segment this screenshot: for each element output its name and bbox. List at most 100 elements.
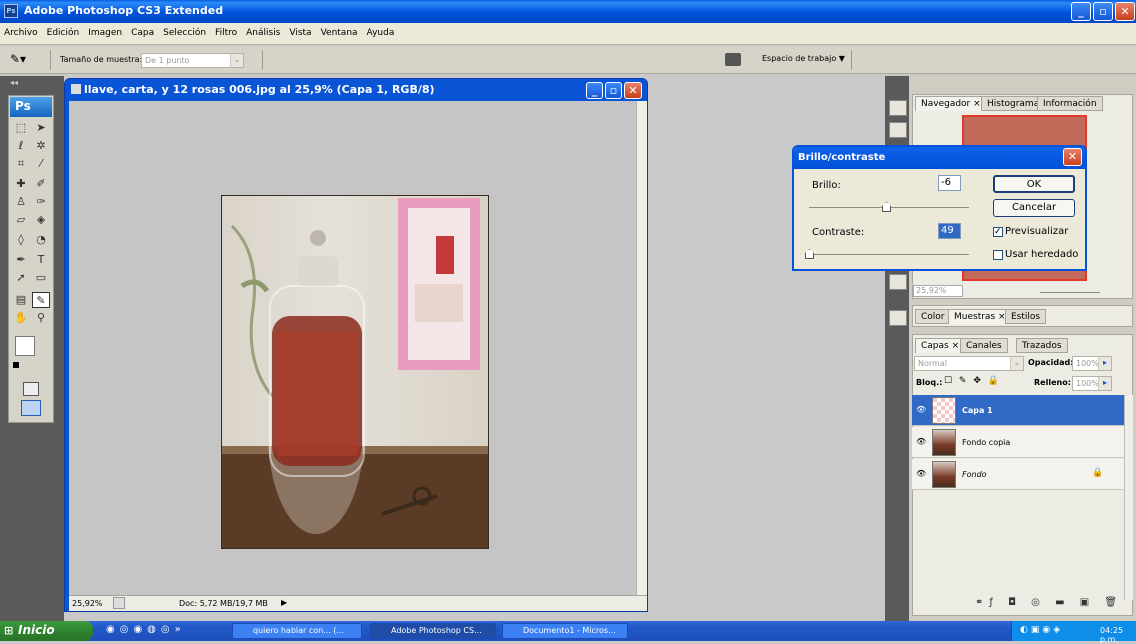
tab-capas[interactable]: Capas × [915, 338, 966, 353]
pen-tool-icon[interactable]: ✒ [12, 252, 30, 268]
layer-name[interactable]: Fondo [962, 470, 987, 479]
layer-actions-icons[interactable]: ⚭ƒ ◘ ◎ ▬ ▣ 🗑 [975, 597, 1123, 608]
eyedropper-tool-icon[interactable]: ✎ [32, 292, 50, 308]
document-info[interactable]: Doc: 5,72 MB/19,7 MB [179, 599, 268, 608]
doc-close-button[interactable]: ✕ [624, 82, 642, 99]
shape-tool-icon[interactable]: ▭ [32, 270, 50, 286]
paragraph-icon[interactable] [889, 274, 907, 290]
tab-muestras[interactable]: Muestras × [948, 309, 1012, 324]
navigator-zoom-field[interactable]: 25,92% [913, 285, 963, 297]
layer-name[interactable]: Fondo copia [962, 438, 1010, 447]
lock-icons[interactable]: ☐ ✎ ✥ 🔒 [944, 376, 1001, 386]
zoom-icon[interactable] [113, 597, 125, 609]
menu-archivo[interactable]: Archivo [4, 28, 38, 38]
layer-row[interactable]: 👁 Fondo copia [912, 427, 1124, 458]
move-tool-icon[interactable]: ➤ [32, 120, 50, 136]
marquee-tool-icon[interactable]: ⬚ [12, 120, 30, 136]
layers-scrollbar[interactable] [1124, 395, 1133, 600]
navigator-icon[interactable] [889, 100, 907, 116]
status-menu-arrow-icon[interactable]: ▶ [281, 598, 287, 607]
clone-stamp-tool-icon[interactable]: ♙ [12, 194, 30, 210]
quick-launch-icons[interactable]: ◉◎◉◍◎» [106, 624, 186, 635]
menu-filtro[interactable]: Filtro [215, 28, 237, 38]
workspace-menu[interactable]: Espacio de trabajo ▼ [762, 54, 845, 63]
healing-brush-tool-icon[interactable]: ✚ [12, 176, 30, 192]
contrast-slider-knob[interactable] [805, 249, 814, 259]
notes-tool-icon[interactable]: ▤ [12, 292, 30, 308]
path-selection-tool-icon[interactable]: ➚ [12, 270, 30, 286]
zoom-level[interactable]: 25,92% [72, 599, 103, 608]
menu-imagen[interactable]: Imagen [88, 28, 122, 38]
crop-tool-icon[interactable]: ⌗ [12, 156, 30, 172]
tab-color[interactable]: Color [915, 309, 951, 324]
screen-mode-icon[interactable] [21, 400, 41, 416]
legacy-checkbox[interactable] [993, 250, 1003, 260]
cancel-button[interactable]: Cancelar [993, 199, 1075, 217]
tab-histograma[interactable]: Histograma [981, 96, 1046, 111]
sample-size-select[interactable]: De 1 punto ⌄ [141, 53, 244, 68]
layer-row[interactable]: 👁 Fondo 🔒 [912, 459, 1124, 490]
dialog-close-button[interactable]: ✕ [1063, 148, 1082, 166]
tab-estilos[interactable]: Estilos [1005, 309, 1047, 324]
dodge-tool-icon[interactable]: ◔ [32, 232, 50, 248]
paint-bucket-tool-icon[interactable]: ◈ [32, 212, 50, 228]
menu-edicion[interactable]: Edición [47, 28, 80, 38]
layer-row[interactable]: 👁 Capa 1 [912, 395, 1124, 426]
brush-tool-icon[interactable]: ✐ [32, 176, 50, 192]
menu-ayuda[interactable]: Ayuda [367, 28, 395, 38]
lasso-tool-icon[interactable]: ℓ [12, 138, 30, 154]
fill-field[interactable]: 100% ▸ [1072, 376, 1112, 391]
blend-mode-select[interactable]: Normal ⌄ [914, 356, 1024, 371]
vertical-scrollbar[interactable] [636, 101, 647, 595]
history-brush-tool-icon[interactable]: ✑ [32, 194, 50, 210]
eyedropper-tool-icon[interactable]: ✎▾ [10, 52, 26, 66]
menu-capa[interactable]: Capa [131, 28, 154, 38]
tray-icons[interactable]: ◐▣◉◈ [1020, 625, 1063, 635]
opacity-field[interactable]: 100% ▸ [1072, 356, 1112, 371]
zoom-tool-icon[interactable]: ⚲ [32, 310, 50, 326]
menu-seleccion[interactable]: Selección [163, 28, 206, 38]
start-button[interactable]: ⊞ Inicio [0, 621, 93, 641]
eye-icon[interactable]: 👁 [916, 437, 926, 446]
navigator-zoom-slider[interactable] [1040, 292, 1100, 293]
document-canvas[interactable] [69, 101, 636, 595]
doc-minimize-button[interactable]: _ [586, 82, 603, 99]
palette-well-icon[interactable] [725, 53, 741, 66]
tab-trazados[interactable]: Trazados [1016, 338, 1068, 353]
tab-informacion[interactable]: Información [1037, 96, 1103, 111]
preview-checkbox[interactable]: ✓ [993, 227, 1003, 237]
tab-navegador[interactable]: Navegador × [915, 96, 987, 111]
tool-presets-icon[interactable] [889, 310, 907, 326]
taskbar-item-messenger[interactable]: quiero hablar con... (... [232, 623, 362, 639]
eraser-tool-icon[interactable]: ▱ [12, 212, 30, 228]
foreground-color-swatch[interactable] [15, 336, 35, 356]
taskbar-item-photoshop[interactable]: Adobe Photoshop CS... [370, 623, 496, 639]
clock[interactable]: 04:25 p.m. [1100, 626, 1123, 644]
menu-ventana[interactable]: Ventana [321, 28, 358, 38]
app-title-bar[interactable]: Ps Adobe Photoshop CS3 Extended _ ▫ ✕ [0, 0, 1136, 23]
brightness-slider-knob[interactable] [882, 202, 891, 212]
brightness-input[interactable]: -6 [938, 175, 961, 191]
maximize-button[interactable]: ▫ [1093, 2, 1113, 21]
eye-icon[interactable]: 👁 [916, 405, 926, 414]
photoshop-logo[interactable]: Ps [10, 97, 52, 117]
dialog-title[interactable]: Brillo/contraste [794, 147, 1085, 169]
contrast-slider-track[interactable] [809, 254, 969, 255]
type-tool-icon[interactable]: T [32, 252, 50, 268]
quick-mask-icon[interactable] [23, 382, 39, 396]
taskbar-item-word[interactable]: Documento1 - Micros... [502, 623, 628, 639]
tab-canales[interactable]: Canales [960, 338, 1008, 353]
slice-tool-icon[interactable]: ⁄ [32, 156, 50, 172]
layer-name[interactable]: Capa 1 [962, 406, 993, 415]
actions-icon[interactable] [889, 122, 907, 138]
contrast-input[interactable]: 49 [938, 223, 961, 239]
close-button[interactable]: ✕ [1115, 2, 1135, 21]
magic-wand-tool-icon[interactable]: ✲ [32, 138, 50, 154]
menu-vista[interactable]: Vista [289, 28, 311, 38]
hand-tool-icon[interactable]: ✋ [12, 310, 30, 326]
eye-icon[interactable]: 👁 [916, 469, 926, 478]
minimize-button[interactable]: _ [1071, 2, 1091, 21]
collapse-arrows-icon[interactable]: ◂◂ [10, 78, 18, 87]
ok-button[interactable]: OK [993, 175, 1075, 193]
menu-analisis[interactable]: Análisis [246, 28, 280, 38]
